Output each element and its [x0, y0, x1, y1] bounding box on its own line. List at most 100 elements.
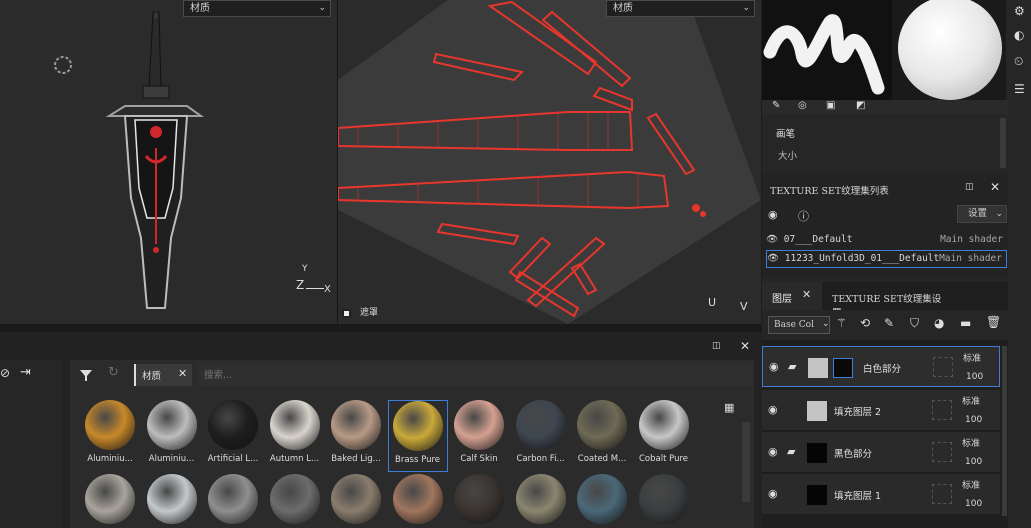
material-tab-icon[interactable]: ◎	[798, 100, 807, 111]
visibility-icon[interactable]: ◉	[768, 445, 778, 458]
shader-settings-icon[interactable]: ◐	[1014, 28, 1024, 42]
checkbox-icon	[342, 309, 351, 318]
texture-set-row-selected[interactable]: 👁 11233_Unfold3D_01___Default Main shade…	[766, 250, 1007, 268]
texture-set-settings-dropdown[interactable]: 设置 ⌄	[957, 205, 1007, 223]
material-tile[interactable]: Autumn L...	[265, 400, 325, 464]
shelf-scrollbar[interactable]	[742, 422, 750, 502]
add-smart-material-icon[interactable]: ◕	[934, 316, 944, 330]
visibility-icon[interactable]: 👁	[767, 253, 779, 264]
layer-blend-mode[interactable]: 标准	[962, 436, 980, 449]
layer-name: 黑色部分	[834, 449, 873, 460]
layer-blend-mode[interactable]: 标准	[962, 394, 980, 407]
material-preview-ball	[331, 474, 381, 524]
material-tile[interactable]	[203, 474, 263, 528]
shelf-sidebar: ⊘ ⇥	[0, 360, 62, 528]
close-icon[interactable]: ✕	[990, 180, 1000, 194]
add-fill-layer-icon[interactable]: ⛉	[910, 316, 919, 331]
visibility-icon[interactable]: 👁	[766, 234, 778, 245]
visibility-icon[interactable]: ◉	[768, 487, 778, 500]
delete-layer-icon[interactable]: 🗑	[986, 315, 1001, 329]
material-tile[interactable]: Baked Lig...	[326, 400, 386, 464]
tab-layers[interactable]: 图层 ✕	[762, 282, 822, 310]
grid-view-icon[interactable]: ▦	[724, 401, 734, 414]
viewport-2d-channel-dropdown[interactable]: 材质 ⌄	[606, 0, 755, 17]
folder-icon: ▰	[788, 360, 797, 373]
material-preview	[892, 0, 1006, 100]
axis-x-label: X	[324, 284, 331, 295]
log-icon[interactable]: ☰	[1014, 82, 1025, 96]
filter-tag-chip[interactable]: 材质 ✕	[134, 364, 192, 386]
viewport-2d[interactable]: 材质 ⌄ 遮罩 U V	[338, 0, 761, 324]
visibility-icon[interactable]: ◉	[768, 208, 778, 221]
material-tile[interactable]: Calf Skin	[449, 400, 509, 464]
float-icon[interactable]: ◫	[965, 182, 974, 192]
close-icon[interactable]: ✕	[740, 339, 750, 353]
axis-u-label: U	[708, 296, 717, 309]
preview-sphere	[898, 0, 1002, 100]
import-icon[interactable]: ⇥	[20, 365, 31, 380]
layers-scrollbar[interactable]	[1002, 346, 1007, 516]
close-icon[interactable]: ✕	[802, 288, 811, 301]
reset-filter-icon[interactable]: ↻	[108, 365, 119, 380]
material-tile[interactable]	[142, 474, 202, 528]
channel-select-value: Base Col	[774, 320, 814, 330]
material-tile-selected[interactable]: Brass Pure	[387, 400, 448, 472]
layer-blend-mode[interactable]: 标准	[962, 478, 980, 491]
add-effect-icon[interactable]: ⚚	[836, 316, 847, 330]
layer-row[interactable]: ◉ 填充图层 2 标准 100	[762, 390, 1000, 431]
material-tile[interactable]: Carbon Fi...	[511, 400, 571, 464]
material-tile[interactable]	[634, 474, 694, 528]
visibility-icon[interactable]: ◉	[768, 403, 778, 416]
layer-mask-slot[interactable]	[932, 442, 952, 462]
layer-mask-slot[interactable]	[932, 484, 952, 504]
layer-opacity[interactable]: 100	[965, 415, 982, 425]
layer-row-selected[interactable]: ◉ ▰ 白色部分 标准 100	[762, 346, 1000, 387]
remove-tag-icon[interactable]: ✕	[178, 367, 187, 380]
material-tile[interactable]: Artificial L...	[203, 400, 263, 464]
layer-row[interactable]: ◉ ▰ 黑色部分 标准 100	[762, 432, 1000, 473]
image-tab-icon[interactable]: ▣	[826, 100, 835, 111]
layer-row[interactable]: ◉ 填充图层 1 标准 100	[762, 474, 1000, 515]
shelf-content: ↻ 材质 ✕ ▦ Aluminiu... Aluminiu... Artificia…	[70, 360, 754, 528]
gear-icon[interactable]	[50, 52, 76, 78]
layer-opacity[interactable]: 100	[966, 372, 983, 382]
filter-icon[interactable]	[79, 368, 93, 382]
material-tile[interactable]	[80, 474, 140, 528]
tab-texture-set-settings[interactable]: TEXTURE SET纹理集设置	[824, 282, 942, 319]
material-tile[interactable]	[388, 474, 448, 528]
float-icon[interactable]: ◫	[712, 341, 721, 351]
material-tile[interactable]	[572, 474, 632, 528]
material-tile[interactable]	[511, 474, 571, 528]
viewport-3d-channel-dropdown[interactable]: 材质 ⌄	[183, 0, 331, 17]
channel-select[interactable]: Base Col	[768, 316, 830, 334]
material-tile[interactable]: Aluminiu...	[80, 400, 140, 464]
viewport-3d[interactable]: 材质 ⌄ Y Z X	[0, 0, 337, 324]
hide-icon[interactable]: ⊘	[0, 366, 10, 380]
material-tile[interactable]	[265, 474, 325, 528]
display-settings-icon[interactable]: ⚙	[1014, 4, 1025, 18]
brush-scrollbar[interactable]	[1000, 118, 1006, 168]
material-tile[interactable]: Cobalt Pure	[634, 400, 694, 464]
alpha-tab-icon[interactable]: ◩	[856, 100, 865, 111]
material-tile[interactable]	[326, 474, 386, 528]
material-tile[interactable]	[449, 474, 509, 528]
info-icon[interactable]: ⓘ	[798, 208, 809, 224]
layer-mask-thumbnail[interactable]	[833, 358, 853, 378]
add-folder-icon[interactable]: ▬	[960, 316, 971, 330]
visibility-icon[interactable]: ◉	[769, 360, 779, 373]
texture-set-row[interactable]: 👁 07___Default Main shader	[766, 232, 1007, 248]
add-paint-layer-icon[interactable]: ✎	[884, 316, 894, 330]
texture-set-name: 11233_Unfold3D_01___Default	[784, 253, 940, 264]
brush-tab-icon[interactable]: ✎	[772, 100, 780, 111]
material-tile[interactable]: Coated M...	[572, 400, 632, 464]
shelf-search-input[interactable]	[198, 364, 752, 386]
add-mask-icon[interactable]: ⟲	[860, 316, 870, 330]
layer-mask-slot[interactable]	[932, 400, 952, 420]
chevron-down-icon: ⌄	[822, 319, 830, 329]
material-tile[interactable]: Aluminiu...	[142, 400, 202, 464]
layer-mask-slot[interactable]	[933, 357, 953, 377]
layer-opacity[interactable]: 100	[965, 457, 982, 467]
layer-blend-mode[interactable]: 标准	[963, 351, 981, 364]
history-icon[interactable]: ⏲	[1014, 54, 1023, 69]
layer-opacity[interactable]: 100	[965, 499, 982, 509]
